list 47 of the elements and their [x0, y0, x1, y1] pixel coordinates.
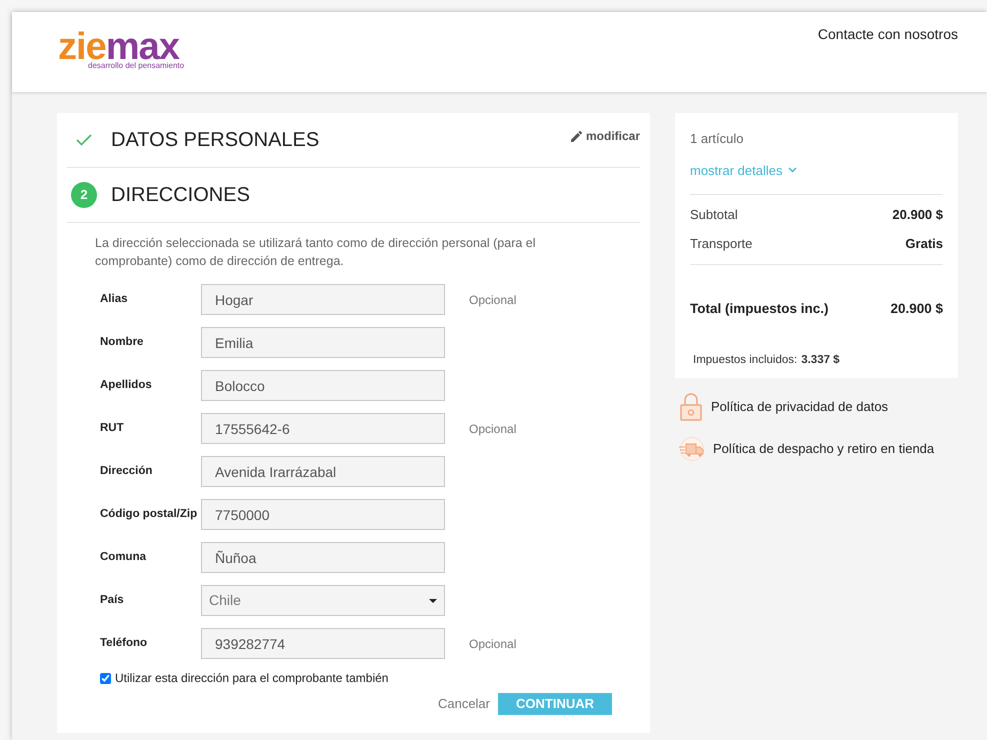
item-count: 1 artículo: [690, 130, 744, 148]
contact-link[interactable]: Contacte con nosotros: [818, 24, 958, 92]
input-field[interactable]: Emilia: [201, 327, 445, 358]
field-label: Nombre: [99, 334, 144, 350]
input-field[interactable]: Ñuñoa: [201, 542, 445, 573]
optional-note: Opcional: [469, 420, 516, 438]
chevron-down-icon: [788, 167, 798, 174]
optional-note: Opcional: [469, 636, 516, 652]
summary-value: 20.900 $: [892, 206, 943, 224]
step-title: DIRECCIONES: [111, 183, 250, 208]
check-icon: [76, 134, 92, 146]
input-field[interactable]: Avenida Irarrázabal: [201, 456, 445, 487]
field-label: Comuna: [99, 550, 147, 565]
input-field[interactable]: 17555642-6: [201, 413, 445, 444]
truck-icon: [677, 436, 707, 460]
field-label: RUT: [99, 420, 125, 436]
input-field[interactable]: 939282774: [201, 628, 445, 659]
step-number: 2: [71, 182, 97, 208]
lock-icon: [680, 392, 702, 420]
input-field[interactable]: Hogar: [201, 284, 445, 315]
invoice-checkbox[interactable]: [100, 672, 111, 684]
field-label: Teléfono: [99, 636, 148, 651]
cancel-link[interactable]: Cancelar: [438, 694, 490, 714]
pencil-icon: [570, 130, 582, 142]
summary-label: Transporte: [690, 234, 752, 253]
taxes-label: Impuestos incluidos:: [693, 353, 798, 368]
summary-value: Gratis: [905, 234, 943, 252]
country-select[interactable]: Chile: [201, 585, 445, 616]
taxes-value: 3.337 $: [801, 353, 840, 368]
caret-icon: [429, 598, 437, 602]
intro-text: La dirección seleccionada se utilizará tanto como de dirección personal (para el comprobante) como de dirección de entrega.: [94, 235, 537, 270]
field-label: Código postal/Zip: [99, 506, 198, 522]
total-value: 20.900 $: [890, 300, 943, 318]
field-label: País: [99, 592, 125, 608]
field-label: Alias: [99, 292, 128, 307]
policy-link[interactable]: Política de privacidad de datos: [711, 396, 888, 416]
policy-link[interactable]: Política de despacho y retiro en tienda: [713, 438, 934, 458]
summary-label: Subtotal: [690, 206, 738, 224]
edit-link[interactable]: modificar: [570, 127, 640, 145]
checkbox-label: Utilizar esta dirección para el comprobante también: [115, 670, 388, 687]
total-label: Total (impuestos inc.): [690, 300, 829, 318]
step-title: DATOS PERSONALES: [111, 128, 320, 153]
field-label: Dirección: [99, 464, 154, 479]
optional-note: Opcional: [469, 292, 516, 308]
input-field[interactable]: 7750000: [201, 499, 445, 530]
input-field[interactable]: Bolocco: [201, 370, 445, 401]
field-label: Apellidos: [99, 378, 153, 393]
